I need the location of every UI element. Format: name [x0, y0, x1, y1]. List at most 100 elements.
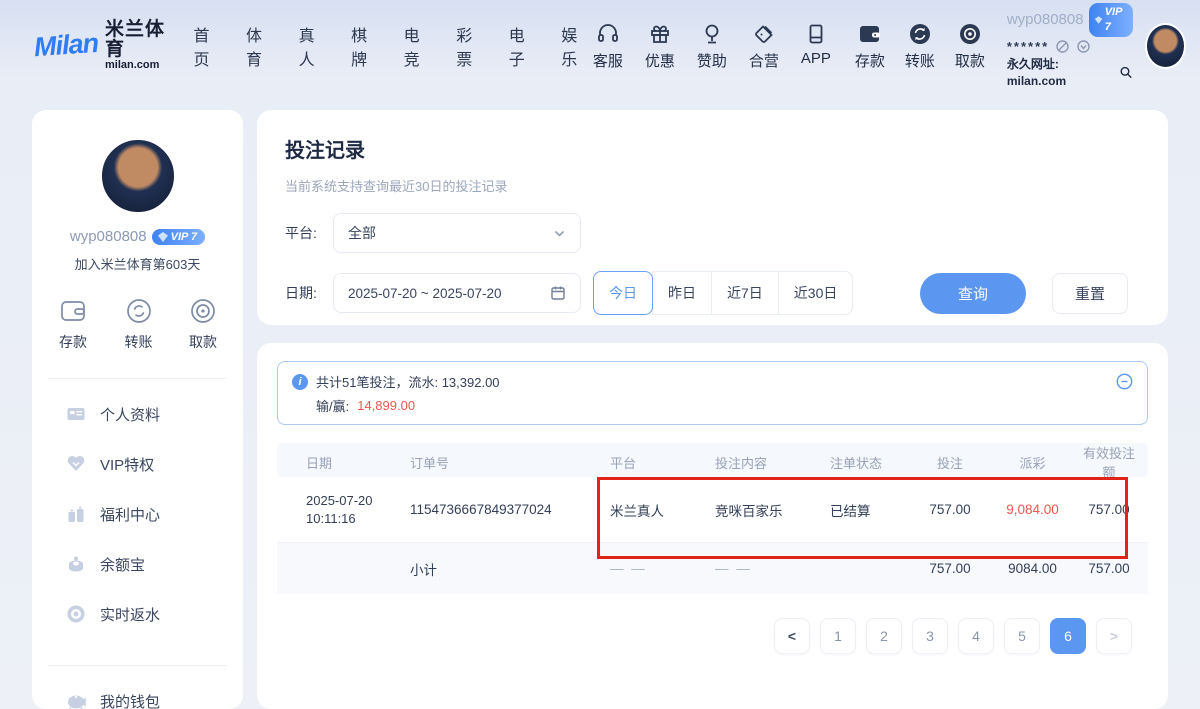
sidebar-item-rebate[interactable]: 实时返水	[32, 589, 243, 639]
eye-off-icon[interactable]	[1055, 39, 1070, 54]
service-label: 赞助	[697, 50, 727, 71]
range-yesterday-button[interactable]: 昨日	[652, 271, 712, 315]
sidebar-deposit[interactable]: 存款	[58, 297, 88, 352]
sidebar-item-vip[interactable]: VIP特权	[32, 439, 243, 489]
sidebar-withdraw[interactable]: 取款	[189, 297, 217, 352]
filters-card: 投注记录 当前系统支持查询最近30日的投注记录 平台: 全部 日期: 2025-…	[257, 110, 1168, 325]
divider	[48, 665, 227, 666]
summary-line1: 共计51笔投注，流水: 13,392.00	[316, 372, 500, 391]
wallet-label: 转账	[905, 50, 935, 71]
refresh-circle-icon[interactable]	[1076, 39, 1091, 54]
platform-label: 平台:	[285, 223, 333, 243]
sidebar-item-wallet[interactable]: 我的钱包	[32, 676, 243, 709]
service-app[interactable]: APP	[795, 22, 837, 71]
service-support[interactable]: 客服	[587, 22, 629, 71]
wallet-shortcuts: 存款 转账 取款	[849, 22, 991, 71]
prev-page-button[interactable]: <	[774, 618, 810, 654]
collapse-icon[interactable]	[1116, 373, 1133, 390]
menu-label: VIP特权	[100, 454, 154, 475]
logo-cn: 米兰体育	[105, 20, 167, 60]
page-subtitle: 当前系统支持查询最近30日的投注记录	[285, 176, 1148, 195]
cell-date: 2025-07-20 10:11:16	[306, 492, 410, 528]
records-card: i 共计51笔投注，流水: 13,392.00 输/赢: 14,899.00 日…	[257, 343, 1168, 709]
header-transfer[interactable]: 转账	[899, 22, 941, 71]
header-withdraw[interactable]: 取款	[949, 22, 991, 71]
divider	[48, 378, 227, 379]
range-today-button[interactable]: 今日	[593, 271, 653, 315]
nav-home[interactable]: 首页	[193, 22, 219, 70]
chevron-down-icon	[553, 227, 566, 240]
cell-payout: 9,084.00	[985, 502, 1080, 517]
sidebar-transfer[interactable]: 转账	[125, 297, 153, 352]
cell-content: 竞咪百家乐	[715, 500, 830, 520]
page-5-button[interactable]: 5	[1004, 618, 1040, 654]
username[interactable]: wyp080808	[1007, 10, 1084, 30]
subtotal-bet: 757.00	[915, 561, 985, 576]
headset-icon	[596, 22, 620, 46]
service-sponsor[interactable]: 赞助	[691, 22, 733, 71]
page-6-button[interactable]: 6	[1050, 618, 1086, 654]
nav-live[interactable]: 真人	[299, 22, 325, 70]
range-7days-button[interactable]: 近7日	[711, 271, 779, 315]
col-content: 投注内容	[715, 453, 830, 472]
subtotal-platform: — —	[610, 561, 715, 576]
bet-records-table: 日期 订单号 平台 投注内容 注单状态 投注 派彩 有效投注额 2025-07-…	[277, 443, 1148, 594]
action-label: 取款	[189, 332, 217, 352]
sidebar-item-welfare[interactable]: 福利中心	[32, 489, 243, 539]
service-promo[interactable]: 优惠	[639, 22, 681, 71]
turnover-value: 13,392.00	[442, 375, 500, 390]
platform-selected-value: 全部	[348, 223, 376, 243]
service-label: 合营	[749, 50, 779, 71]
trophy-icon	[700, 22, 724, 46]
avatar[interactable]	[100, 138, 176, 214]
sidebar-quick-actions: 存款 转账 取款	[32, 297, 243, 352]
page-2-button[interactable]: 2	[866, 618, 902, 654]
logo[interactable]: Milan 米兰体育 milan.com	[34, 20, 167, 71]
sidebar-item-profile[interactable]: 个人资料	[32, 389, 243, 439]
page-3-button[interactable]: 3	[912, 618, 948, 654]
user-info: wyp080808 VIP 7 ****** 永久网址: milan.com	[1007, 3, 1133, 89]
range-30days-button[interactable]: 近30日	[778, 271, 854, 315]
date-label: 日期:	[285, 283, 333, 303]
cell-valid: 757.00	[1080, 502, 1138, 517]
masked-balance: ******	[1007, 38, 1049, 56]
withdraw-outline-icon	[189, 297, 217, 325]
header-deposit[interactable]: 存款	[849, 22, 891, 71]
col-platform: 平台	[610, 453, 715, 472]
table-row[interactable]: 2025-07-20 10:11:16 1154736667849377024 …	[277, 477, 1148, 543]
sidebar-item-yuebao[interactable]: 余额宝	[32, 539, 243, 589]
info-icon: i	[292, 374, 308, 390]
nav-cards[interactable]: 棋牌	[351, 22, 377, 70]
date-range-input[interactable]: 2025-07-20 ~ 2025-07-20	[333, 273, 581, 313]
col-valid: 有效投注额	[1080, 443, 1138, 481]
nav-esports[interactable]: 电竞	[404, 22, 430, 70]
page-1-button[interactable]: 1	[820, 618, 856, 654]
col-status: 注单状态	[830, 453, 915, 472]
service-partner[interactable]: 合营	[743, 22, 785, 71]
service-label: 优惠	[645, 50, 675, 71]
magnifier-icon[interactable]	[1119, 65, 1133, 80]
nav-slots[interactable]: 电子	[509, 22, 535, 70]
summary-banner: i 共计51笔投注，流水: 13,392.00 输/赢: 14,899.00	[277, 361, 1148, 425]
vip-badge: VIP 7	[152, 229, 206, 245]
nav-entertainment[interactable]: 娱乐	[561, 22, 587, 70]
col-date: 日期	[306, 453, 410, 472]
reset-button[interactable]: 重置	[1052, 273, 1128, 314]
platform-select[interactable]: 全部	[333, 213, 581, 253]
main-nav: 首页 体育 真人 棋牌 电竞 彩票 电子 娱乐	[193, 22, 586, 70]
menu-label: 我的钱包	[100, 691, 160, 709]
vip-badge-label: VIP 7	[1105, 5, 1125, 35]
wallet-outline-icon	[58, 297, 88, 325]
rebate-icon	[66, 604, 86, 624]
nav-sports[interactable]: 体育	[246, 22, 272, 70]
cell-order-no: 1154736667849377024	[410, 502, 610, 517]
vip-badge-label: VIP 7	[171, 231, 198, 243]
nav-lottery[interactable]: 彩票	[456, 22, 482, 70]
gift-icon	[648, 22, 672, 46]
avatar[interactable]	[1145, 23, 1186, 69]
next-page-button[interactable]: >	[1096, 618, 1132, 654]
vip-heart-icon	[66, 454, 86, 474]
query-button[interactable]: 查询	[920, 273, 1026, 314]
page-4-button[interactable]: 4	[958, 618, 994, 654]
menu-label: 福利中心	[100, 504, 160, 525]
